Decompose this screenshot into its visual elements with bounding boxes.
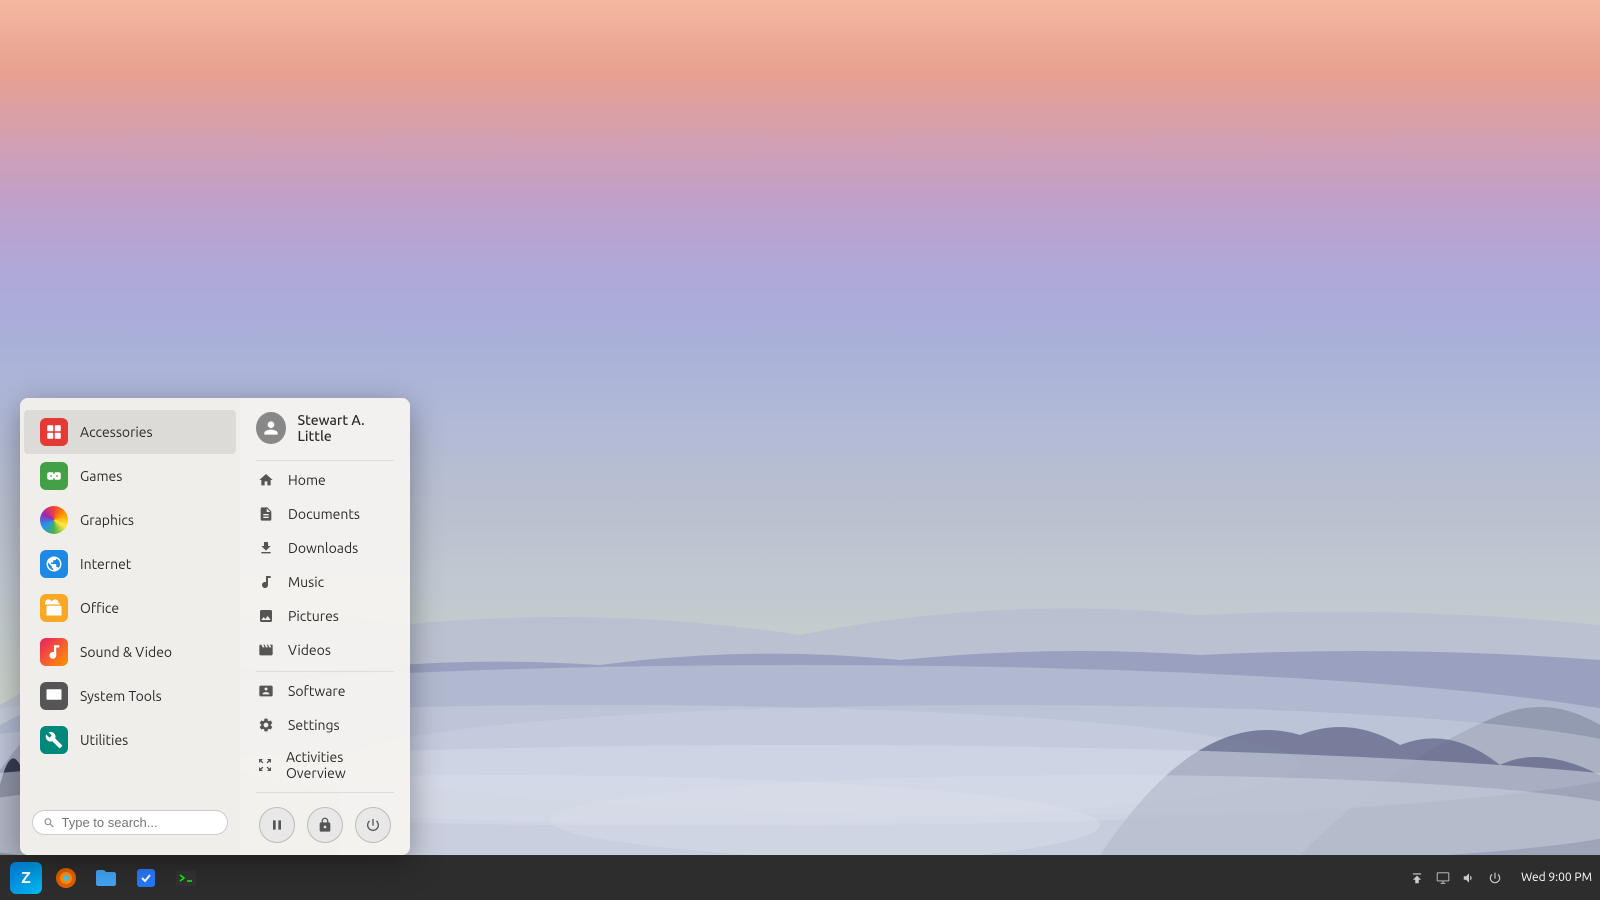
activities-label: Activities Overview — [286, 749, 394, 781]
sound-video-label: Sound & Video — [80, 644, 172, 660]
zorin-menu-button[interactable]: Z — [8, 860, 44, 896]
category-office[interactable]: Office — [24, 586, 236, 630]
category-internet[interactable]: Internet — [24, 542, 236, 586]
music-label: Music — [288, 574, 324, 590]
utilities-icon — [40, 726, 68, 754]
divider-2 — [256, 671, 394, 672]
system-tray: Wed 9:00 PM — [1407, 868, 1592, 888]
videos-label: Videos — [288, 642, 331, 658]
files-icon — [94, 866, 118, 890]
internet-label: Internet — [80, 556, 131, 572]
terminal-button[interactable] — [168, 860, 204, 896]
user-name: Stewart A. Little — [298, 412, 394, 444]
software-label: Software — [288, 683, 345, 699]
office-icon — [40, 594, 68, 622]
system-tools-label: System Tools — [80, 688, 162, 704]
action-settings[interactable]: Settings — [240, 708, 410, 742]
videos-icon — [256, 640, 276, 660]
graphics-icon — [40, 506, 68, 534]
accessories-icon — [40, 418, 68, 446]
category-graphics[interactable]: Graphics — [24, 498, 236, 542]
music-icon — [256, 572, 276, 592]
power-button[interactable] — [355, 807, 391, 843]
firefox-icon — [54, 866, 78, 890]
home-label: Home — [288, 472, 326, 488]
firefox-button[interactable] — [48, 860, 84, 896]
system-tools-icon — [40, 682, 68, 710]
volume-icon[interactable] — [1459, 868, 1479, 888]
graphics-label: Graphics — [80, 512, 134, 528]
tray-icons — [1407, 868, 1505, 888]
clock[interactable]: Wed 9:00 PM — [1521, 871, 1592, 884]
category-accessories[interactable]: Accessories — [24, 410, 236, 454]
category-games[interactable]: Games — [24, 454, 236, 498]
software-store-button[interactable] — [128, 860, 164, 896]
activities-icon — [256, 755, 274, 775]
documents-label: Documents — [288, 506, 360, 522]
avatar — [256, 412, 286, 444]
action-software[interactable]: Software — [240, 674, 410, 708]
terminal-icon — [174, 866, 198, 890]
documents-icon — [256, 504, 276, 524]
divider-3 — [256, 792, 394, 793]
search-icon — [43, 816, 56, 830]
software-store-icon — [134, 866, 158, 890]
search-bar — [32, 810, 228, 835]
settings-label: Settings — [288, 717, 340, 733]
menu-places-panel: Stewart A. Little Home Documents Downloa… — [240, 398, 410, 855]
place-pictures[interactable]: Pictures — [240, 599, 410, 633]
office-label: Office — [80, 600, 119, 616]
user-section[interactable]: Stewart A. Little — [240, 398, 410, 458]
utilities-label: Utilities — [80, 732, 128, 748]
settings-icon — [256, 715, 276, 735]
place-downloads[interactable]: Downloads — [240, 531, 410, 565]
games-label: Games — [80, 468, 122, 484]
lock-button[interactable] — [307, 807, 343, 843]
accessories-label: Accessories — [80, 424, 153, 440]
place-home[interactable]: Home — [240, 463, 410, 497]
power-actions — [240, 795, 410, 855]
pictures-icon — [256, 606, 276, 626]
sound-video-icon — [40, 638, 68, 666]
app-menu: Accessories Games Graphics Internet — [20, 398, 410, 855]
internet-icon — [40, 550, 68, 578]
divider-1 — [256, 460, 394, 461]
place-videos[interactable]: Videos — [240, 633, 410, 667]
search-input[interactable] — [62, 815, 217, 830]
software-icon — [256, 681, 276, 701]
games-icon — [40, 462, 68, 490]
pictures-label: Pictures — [288, 608, 339, 624]
display-icon[interactable] — [1433, 868, 1453, 888]
power-tray-icon[interactable] — [1485, 868, 1505, 888]
downloads-icon — [256, 538, 276, 558]
eject-tray-icon[interactable] — [1407, 868, 1427, 888]
category-sound-video[interactable]: Sound & Video — [24, 630, 236, 674]
home-icon — [256, 470, 276, 490]
place-documents[interactable]: Documents — [240, 497, 410, 531]
files-button[interactable] — [88, 860, 124, 896]
downloads-label: Downloads — [288, 540, 358, 556]
category-system-tools[interactable]: System Tools — [24, 674, 236, 718]
menu-categories-panel: Accessories Games Graphics Internet — [20, 398, 240, 855]
category-utilities[interactable]: Utilities — [24, 718, 236, 762]
action-activities[interactable]: Activities Overview — [240, 742, 410, 788]
zorin-logo: Z — [10, 862, 42, 894]
place-music[interactable]: Music — [240, 565, 410, 599]
taskbar: Z — [0, 855, 1600, 900]
taskbar-apps: Z — [8, 860, 204, 896]
suspend-button[interactable] — [259, 807, 295, 843]
